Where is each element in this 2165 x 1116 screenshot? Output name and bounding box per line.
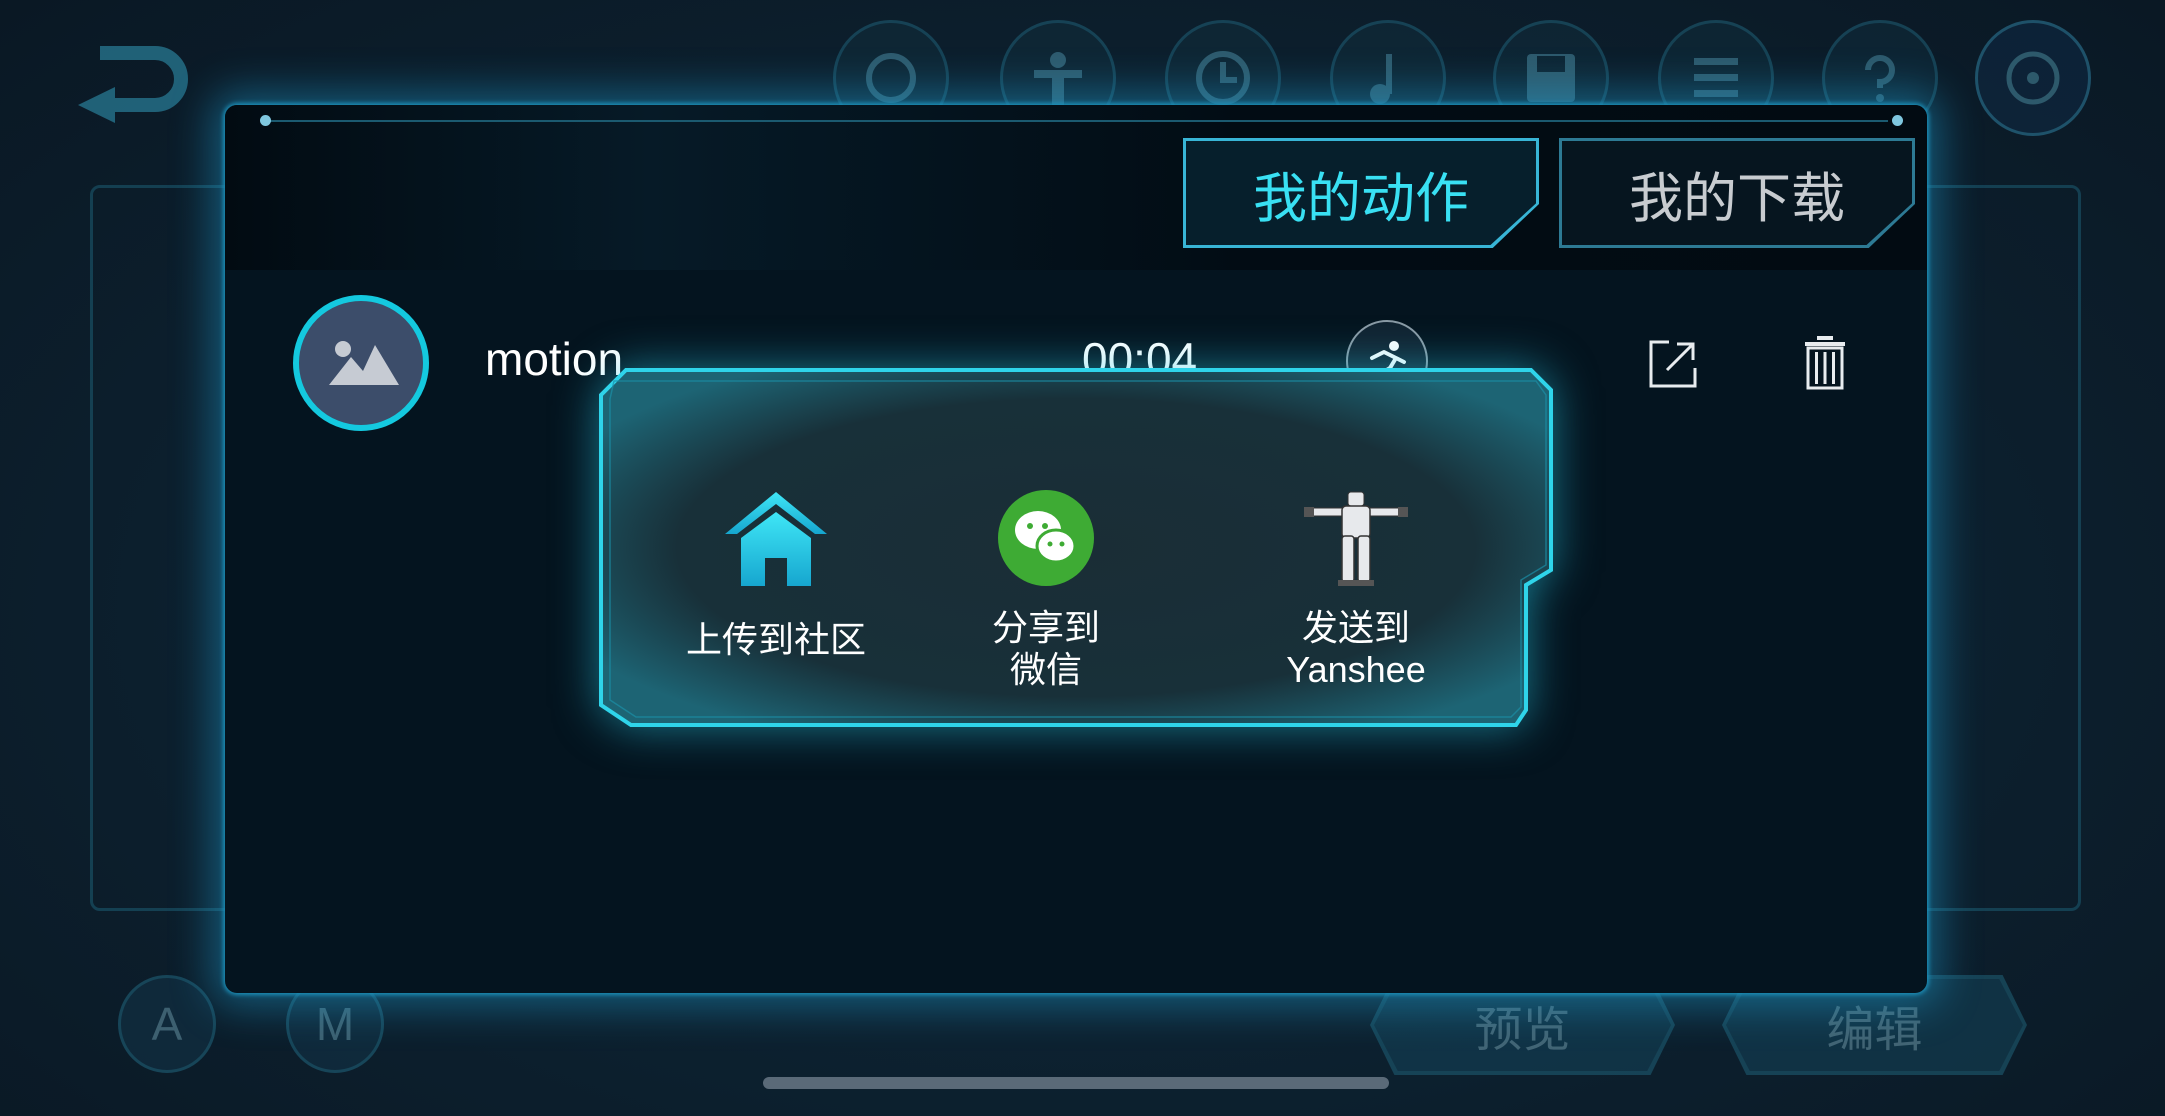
share-to-wechat-label-1: 分享到 — [991, 607, 1100, 648]
mode-button-a[interactable]: A — [118, 975, 216, 1073]
image-placeholder-icon — [329, 341, 399, 385]
back-icon[interactable] — [70, 45, 190, 130]
home-icon — [725, 492, 827, 586]
home-indicator[interactable] — [763, 1077, 1389, 1089]
dialog-header: 我的动作 我的下载 — [225, 105, 1927, 270]
send-to-yanshee-label-2: Yanshee — [1286, 649, 1426, 690]
tab-my-downloads[interactable]: 我的下载 — [1559, 138, 1915, 248]
upload-to-community-label: 上传到社区 — [685, 619, 866, 660]
tab-my-motions[interactable]: 我的动作 — [1183, 138, 1539, 248]
delete-button[interactable] — [1803, 334, 1847, 395]
wechat-icon — [998, 490, 1094, 586]
share-to-wechat-button[interactable]: 分享到 微信 — [966, 490, 1126, 691]
share-popup: 上传到社区 分享到 微信 发送到 Yanshee — [596, 365, 1556, 743]
motion-thumbnail — [293, 295, 429, 431]
header-dot-left — [260, 115, 271, 126]
header-dot-right — [1892, 115, 1903, 126]
background-frame-right — [1915, 185, 2081, 911]
tab-my-downloads-label: 我的下载 — [1629, 168, 1845, 229]
share-button[interactable] — [1647, 338, 1699, 395]
robot-connect-icon[interactable] — [1975, 20, 2091, 136]
header-divider — [263, 120, 1888, 122]
send-to-yanshee-button[interactable]: 发送到 Yanshee — [1276, 490, 1436, 691]
trash-icon — [1805, 336, 1845, 390]
upload-to-community-button[interactable]: 上传到社区 — [676, 490, 876, 661]
mode-button-m-label: M — [315, 998, 355, 1050]
export-icon — [1649, 340, 1697, 388]
share-to-wechat-label-2: 微信 — [1009, 649, 1082, 690]
send-to-yanshee-label-1: 发送到 — [1301, 607, 1410, 648]
robot-icon — [1304, 491, 1408, 586]
mode-button-a-label: A — [151, 998, 183, 1050]
tab-my-motions-label: 我的动作 — [1253, 168, 1469, 229]
